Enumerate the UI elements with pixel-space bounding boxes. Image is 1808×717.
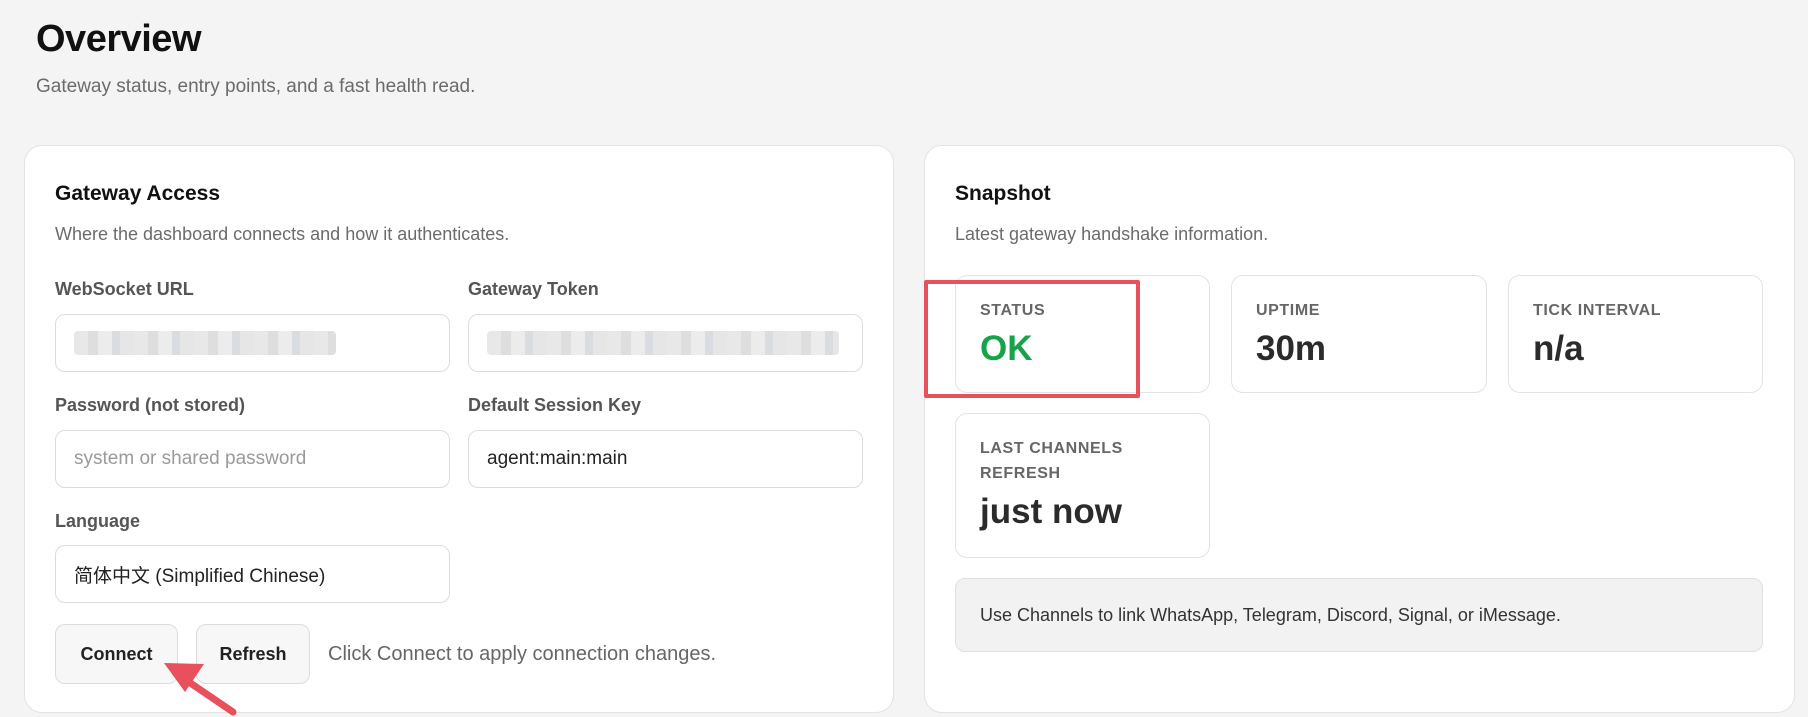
stat-last-channels-refresh-label: LAST CHANNELS REFRESH [980,440,1123,482]
stat-tick-interval: TICK INTERVAL n/a [1508,275,1763,393]
stat-status-value: OK [980,329,1033,368]
gateway-access-subtitle: Where the dashboard connects and how it … [55,224,510,244]
stat-tick-interval-label: TICK INTERVAL [1533,302,1662,319]
page-subtitle: Gateway status, entry points, and a fast… [36,76,476,97]
stat-status-label: STATUS [980,302,1046,319]
session-key-input[interactable]: agent:main:main [468,430,863,488]
overview-page: Overview Gateway status, entry points, a… [0,0,1808,717]
language-select[interactable]: 简体中文 (Simplified Chinese) [55,545,450,603]
connect-hint: Click Connect to apply connection change… [328,643,717,665]
page-title: Overview [36,18,202,60]
stat-uptime-value: 30m [1256,329,1327,368]
gateway-token-input[interactable] [468,314,863,372]
websocket-url-input[interactable] [55,314,450,372]
websocket-url-label: WebSocket URL [55,279,194,299]
refresh-button[interactable]: Refresh [196,624,310,684]
stat-uptime: UPTIME 30m [1231,275,1487,393]
channels-callout: Use Channels to link WhatsApp, Telegram,… [955,578,1763,652]
stat-uptime-label: UPTIME [1256,302,1321,319]
stat-last-channels-refresh-value: just now [980,492,1122,531]
session-key-label: Default Session Key [468,395,642,415]
connect-button[interactable]: Connect [55,624,178,684]
snapshot-title: Snapshot [955,182,1051,205]
snapshot-subtitle: Latest gateway handshake information. [955,224,1269,244]
stat-tick-interval-value: n/a [1533,329,1584,368]
redacted-token-value [487,331,839,355]
gateway-access-title: Gateway Access [55,182,220,205]
stat-status: STATUS OK [955,275,1210,393]
password-input[interactable]: system or shared password [55,430,450,488]
stat-last-channels-refresh: LAST CHANNELS REFRESH just now [955,413,1210,558]
redacted-url-value [74,331,336,355]
language-label: Language [55,511,141,531]
gateway-access-card: Gateway Access Where the dashboard conne… [24,145,894,713]
password-label: Password (not stored) [55,395,246,415]
snapshot-card: Snapshot Latest gateway handshake inform… [924,145,1795,713]
gateway-token-label: Gateway Token [468,279,599,299]
